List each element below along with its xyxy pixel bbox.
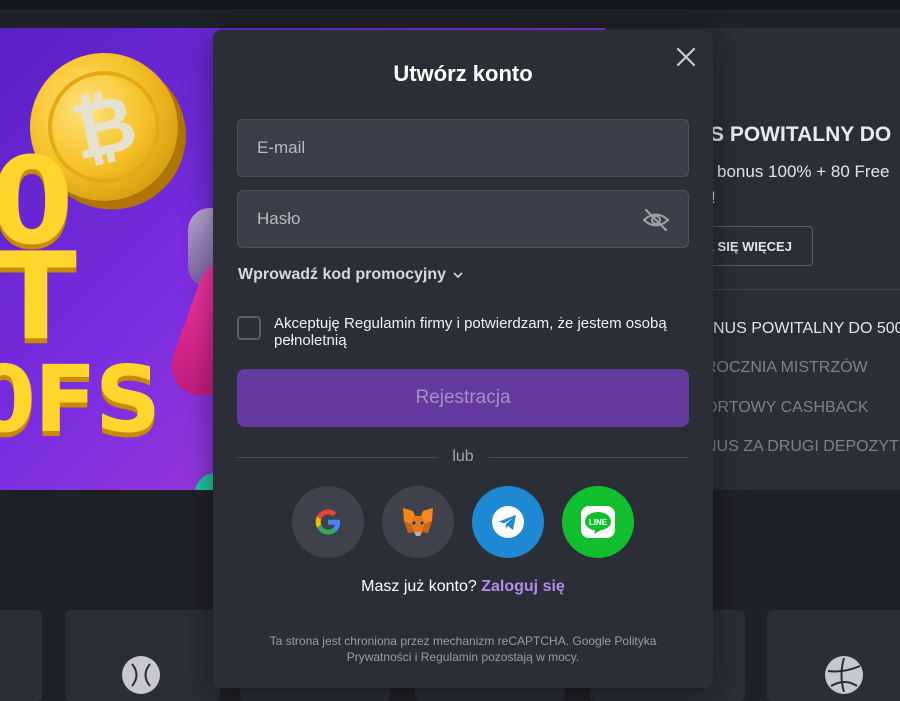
register-button[interactable]: Rejestracja — [237, 369, 689, 427]
telegram-icon — [492, 506, 524, 538]
password-field[interactable] — [237, 190, 689, 248]
terms-label: Akceptuję Regulamin firmy i potwierdzam,… — [274, 315, 667, 349]
chevron-down-icon — [453, 272, 463, 279]
promo-list-item[interactable]: ROCZNIA MISTRZÓW — [705, 359, 868, 377]
divider — [489, 457, 689, 458]
promo-list-item[interactable]: NUS POWITALNY DO 500 — [713, 320, 900, 338]
promo-title: S POWITALNY DO — [710, 123, 892, 146]
top-strip — [0, 9, 900, 28]
metamask-icon — [403, 508, 433, 536]
google-login-button[interactable] — [292, 486, 364, 558]
divider — [705, 289, 900, 290]
login-link[interactable]: Zaloguj się — [481, 578, 565, 595]
email-field[interactable] — [237, 119, 689, 177]
close-icon[interactable] — [674, 45, 698, 69]
promo-list-item[interactable]: NUS ZA DRUGI DEPOZYT — [705, 438, 899, 456]
register-modal: Utwórz konto Wprowadź kod promocyjny Akc… — [213, 30, 713, 688]
line-icon: LINE — [581, 506, 615, 538]
top-bar — [0, 0, 900, 9]
email-input[interactable] — [257, 138, 617, 158]
login-row: Masz już konto? Zaloguj się — [213, 578, 713, 596]
terms-checkbox[interactable] — [237, 316, 261, 340]
promo-list-item[interactable]: ORTOWY CASHBACK — [705, 399, 869, 417]
promo-description: bonus 100% + 80 Free — [717, 162, 890, 181]
telegram-login-button[interactable] — [472, 486, 544, 558]
have-account-text: Masz już konto? — [361, 578, 477, 595]
promo-code-toggle[interactable]: Wprowadź kod promocyjny — [238, 266, 464, 284]
recaptcha-note: Ta strona jest chroniona przez mechanizm… — [269, 634, 657, 664]
banner-text-line3: 0FS — [0, 346, 161, 453]
modal-title: Utwórz konto — [393, 61, 533, 86]
metamask-login-button[interactable] — [382, 486, 454, 558]
category-tile[interactable] — [0, 610, 42, 701]
promo-code-label: Wprowadź kod promocyjny — [238, 266, 447, 283]
password-input[interactable] — [257, 209, 617, 229]
line-login-button[interactable]: LINE — [562, 486, 634, 558]
volleyball-icon — [825, 656, 863, 694]
eye-off-icon[interactable] — [642, 207, 670, 233]
line-icon-label: LINE — [589, 518, 608, 527]
google-icon — [315, 509, 340, 535]
baseball-icon — [122, 656, 160, 694]
